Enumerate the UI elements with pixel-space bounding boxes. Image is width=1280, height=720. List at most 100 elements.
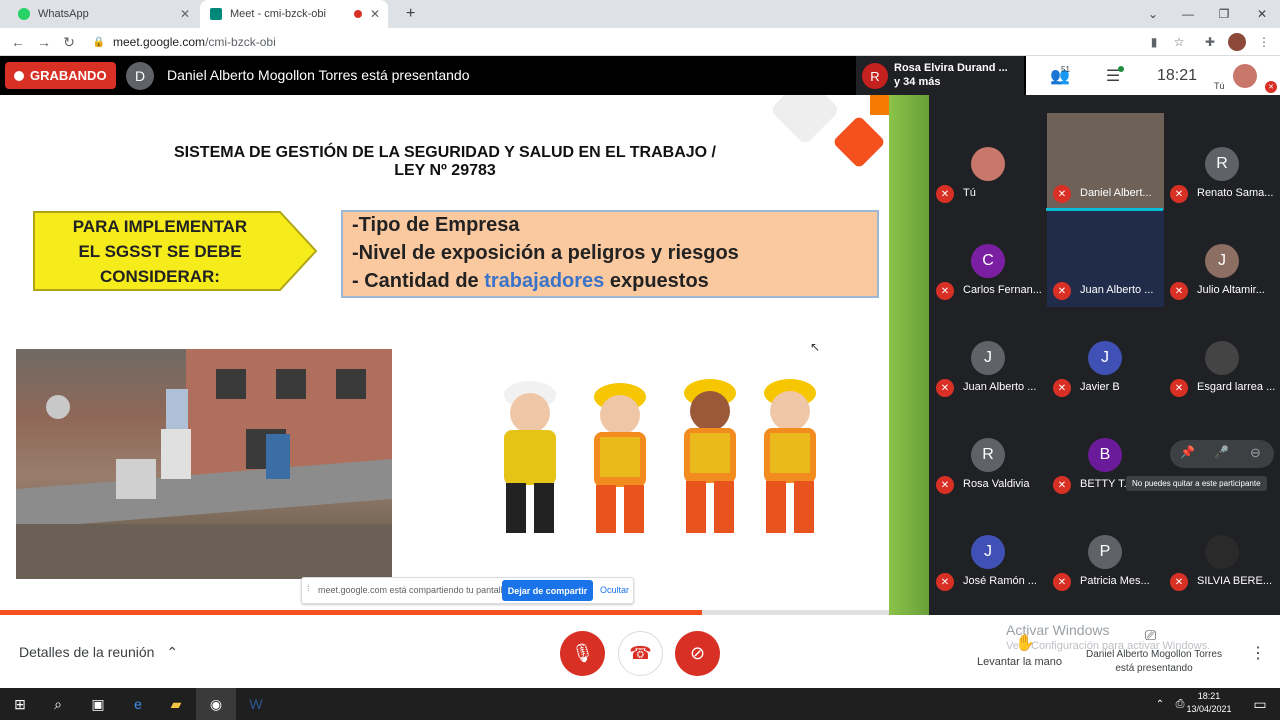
mic-off-icon: ✕: [936, 573, 954, 591]
address-bar[interactable]: meet.google.com/cmi-bzck-obi: [113, 28, 276, 56]
tab-meet[interactable]: Meet - cmi-bzck-obi ✕: [200, 0, 388, 28]
participant-name: José Ramón ...: [963, 575, 1037, 587]
leave-call-button[interactable]: ☎: [618, 631, 663, 676]
forward-icon[interactable]: →: [32, 28, 56, 56]
search-icon[interactable]: ⌕: [38, 688, 78, 720]
bookmark-star-icon[interactable]: ☆: [1167, 28, 1191, 56]
mic-off-icon: ✕: [1053, 185, 1071, 203]
presenting-status[interactable]: Daniel Alberto Mogollon Torres está pres…: [1078, 648, 1230, 676]
participant-name: Daniel Albert...: [1080, 187, 1152, 199]
tab-label: Meet - cmi-bzck-obi: [230, 8, 326, 20]
self-avatar[interactable]: [1233, 64, 1257, 88]
mic-off-icon: 🎙: [571, 643, 594, 663]
recording-dot-icon: [354, 10, 362, 18]
profile-avatar[interactable]: [1228, 33, 1246, 51]
drag-handle-icon[interactable]: ⁞: [307, 583, 310, 593]
participant-avatar: J: [971, 535, 1005, 569]
lock-icon[interactable]: 🔒: [87, 28, 111, 56]
store-icon[interactable]: ▣: [78, 688, 118, 720]
taskbar-clock[interactable]: 18:21 13/04/2021: [1183, 690, 1235, 716]
present-screen-icon[interactable]: ⎚: [1145, 627, 1156, 644]
slide-title-line: LEY Nº 29783: [394, 162, 496, 179]
file-explorer-icon[interactable]: ▰: [156, 688, 196, 720]
meeting-details-button[interactable]: Detalles de la reunión ⌃: [19, 644, 178, 661]
participant-avatar: C: [971, 244, 1005, 278]
participant-avatar: R: [1205, 147, 1239, 181]
participant-name: Carlos Fernan...: [963, 284, 1042, 296]
notifications-icon[interactable]: ▭: [1240, 688, 1280, 720]
windows-start-icon[interactable]: ⊞: [0, 688, 40, 720]
participant-tile[interactable]: R ✕ Renato Sama...: [1164, 113, 1280, 210]
chrome-icon[interactable]: ◉: [196, 688, 236, 720]
record-icon: [14, 70, 24, 81]
tab-search-icon[interactable]: ⌄: [1135, 0, 1171, 28]
participant-tile[interactable]: ✕ Daniel Albert...: [1047, 113, 1164, 210]
active-speaker-indicator: [1046, 208, 1163, 211]
taskbar-time: 18:21: [1197, 691, 1221, 701]
raise-hand-icon[interactable]: ✋: [1015, 633, 1035, 653]
participant-tile[interactable]: ✕ Juan Alberto ...: [1047, 210, 1164, 307]
participant-name: SILVIA BERE...: [1197, 575, 1272, 587]
mic-off-icon: ✕: [1265, 81, 1277, 93]
meet-icon: [210, 8, 222, 20]
slide-side-bar: [889, 95, 929, 615]
criteria-item: -Tipo de Empresa: [352, 214, 520, 236]
slide-decoration: [772, 95, 889, 167]
participant-count: 51: [1061, 65, 1070, 74]
participant-tile[interactable]: R ✕ Rosa Valdivia: [930, 404, 1047, 501]
raise-hand-label[interactable]: Levantar la mano: [977, 656, 1062, 668]
window-close-icon[interactable]: ✕: [1244, 0, 1280, 28]
chat-icon[interactable]: ☰: [1096, 56, 1130, 95]
chevron-up-icon: ⌃: [166, 644, 179, 660]
pin-icon[interactable]: 📌: [1180, 445, 1195, 459]
mute-participant-icon[interactable]: 🎤: [1214, 445, 1229, 459]
arrow-callout-text: PARA IMPLEMENTAR EL SGSST SE DEBE CONSID…: [40, 214, 280, 289]
arrow-line: CONSIDERAR:: [100, 267, 220, 286]
workers-photo: [16, 349, 392, 579]
participant-tile[interactable]: J ✕ Javier B: [1047, 307, 1164, 404]
participant-name: Esgard larrea ...: [1197, 381, 1276, 393]
extensions-icon[interactable]: ✚: [1198, 28, 1222, 56]
participant-name: Juan Alberto ...: [1080, 284, 1154, 296]
back-icon[interactable]: ←: [6, 28, 30, 56]
recording-label: GRABANDO: [30, 68, 107, 83]
tab-whatsapp[interactable]: WhatsApp ✕: [8, 0, 198, 28]
criteria-highlight: trabajadores: [484, 270, 605, 292]
participant-avatar: J: [1205, 244, 1239, 278]
presenter-avatar: D: [126, 62, 154, 90]
new-tab-button[interactable]: +: [396, 0, 425, 28]
reload-icon[interactable]: ↻: [57, 28, 81, 56]
mic-off-icon: ✕: [936, 185, 954, 203]
stop-sharing-button[interactable]: Dejar de compartir: [502, 580, 593, 601]
speaker-more: y 34 más: [894, 76, 941, 88]
close-icon[interactable]: ✕: [180, 7, 190, 21]
participant-avatar: [1205, 535, 1239, 569]
participant-grid: ✕ Tú ✕ Daniel Albert... R ✕ Renato Sama... C ✕ Ca…: [929, 95, 1280, 615]
participant-tile[interactable]: ✕ Esgard larrea ...: [1164, 307, 1280, 404]
participant-tile[interactable]: J ✕ José Ramón ...: [930, 501, 1047, 598]
mic-off-button[interactable]: 🎙: [560, 631, 605, 676]
word-icon[interactable]: W: [236, 688, 276, 720]
participant-tile[interactable]: ✕ Tú: [930, 113, 1047, 210]
participant-tile[interactable]: ✕ SILVIA BERE...: [1164, 501, 1280, 598]
maximize-icon[interactable]: ❐: [1206, 0, 1242, 28]
hide-notice-button[interactable]: Ocultar: [600, 585, 629, 595]
camera-icon[interactable]: ▮: [1142, 28, 1166, 56]
arrow-line: EL SGSST SE DEBE: [78, 242, 242, 261]
participant-tile[interactable]: J ✕ Juan Alberto ...: [930, 307, 1047, 404]
mic-off-icon: ✕: [1170, 282, 1188, 300]
participant-tile[interactable]: P ✕ Patricia Mes...: [1047, 501, 1164, 598]
edge-icon[interactable]: e: [118, 688, 158, 720]
participant-tile[interactable]: C ✕ Carlos Fernan...: [930, 210, 1047, 307]
participant-avatar: B: [1088, 438, 1122, 472]
remove-participant-icon[interactable]: ⊖: [1250, 445, 1261, 461]
people-icon[interactable]: 👥: [1040, 56, 1080, 95]
menu-icon[interactable]: ⋮: [1252, 28, 1276, 56]
mic-off-icon: ✕: [1170, 379, 1188, 397]
participant-tile[interactable]: J ✕ Julio Altamir...: [1164, 210, 1280, 307]
minimize-icon[interactable]: —: [1170, 0, 1206, 28]
close-icon[interactable]: ✕: [370, 7, 380, 21]
more-options-icon[interactable]: ⋮: [1250, 643, 1266, 663]
slide-title: SISTEMA DE GESTIÓN DE LA SEGURIDAD Y SAL…: [140, 144, 750, 180]
camera-off-button[interactable]: ⊘: [675, 631, 720, 676]
